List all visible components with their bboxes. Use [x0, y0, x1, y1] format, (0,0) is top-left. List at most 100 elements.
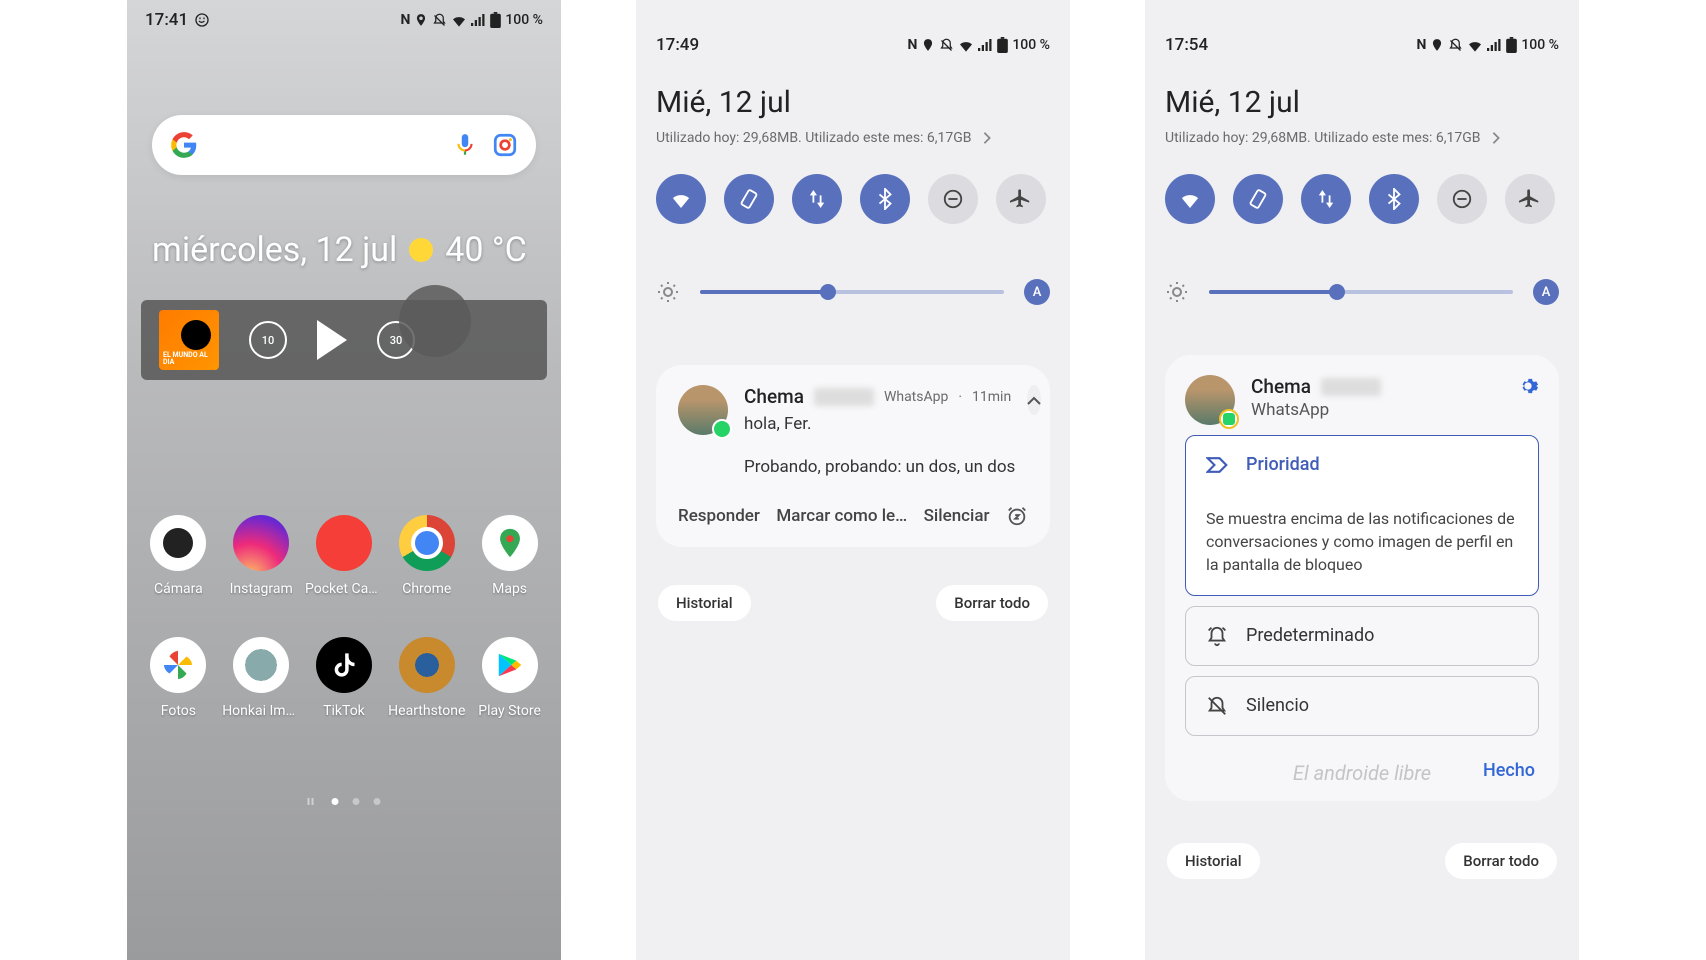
- brightness-track[interactable]: [1209, 290, 1513, 294]
- wifi-icon: [1467, 38, 1483, 52]
- brightness-icon: [1165, 280, 1189, 304]
- notification-card[interactable]: Chema WhatsApp · 11min hola, Fer. Proban…: [656, 365, 1050, 547]
- clear-all-button[interactable]: Borrar todo: [1445, 843, 1557, 879]
- signal-icon: [978, 38, 993, 52]
- whatsapp-badge-icon: [712, 419, 732, 439]
- media-artwork: EL MUNDO AL DIA: [159, 310, 219, 370]
- battery-icon: [490, 12, 501, 28]
- app-row-2: Fotos Honkai Imp… TikTok Hearthstone Pla…: [137, 637, 551, 719]
- qs-data[interactable]: [792, 174, 842, 224]
- rewind-button[interactable]: 10: [249, 321, 287, 359]
- history-button[interactable]: Historial: [658, 585, 751, 621]
- silence-option[interactable]: Silencio: [1185, 676, 1539, 736]
- chevron-right-icon: [1491, 131, 1501, 145]
- qs-data[interactable]: [1301, 174, 1351, 224]
- notification-settings-shade: 17:54 N 100 % Mié, 12 jul Utilizado hoy:…: [1145, 0, 1579, 960]
- priority-icon: [1206, 456, 1228, 474]
- wifi-icon: [958, 38, 974, 52]
- notif-time: 11min: [972, 389, 1011, 405]
- sender-name: Chema: [1251, 375, 1311, 398]
- qs-rotation[interactable]: [1233, 174, 1283, 224]
- battery-icon: [997, 37, 1008, 53]
- voice-search-icon[interactable]: [452, 132, 478, 158]
- notification-settings-card: Chema WhatsApp Prioridad Se muestra enci…: [1165, 355, 1559, 801]
- priority-description: Se muestra encima de las notificaciones …: [1206, 507, 1518, 577]
- qs-dnd[interactable]: [1437, 174, 1487, 224]
- shade-footer: Historial Borrar todo: [1165, 843, 1559, 879]
- qs-dnd[interactable]: [928, 174, 978, 224]
- location-icon: [921, 38, 935, 52]
- location-icon: [1430, 38, 1444, 52]
- bell-off-icon: [1206, 695, 1228, 717]
- temperature-text: 40 °C: [445, 230, 526, 270]
- collapse-button[interactable]: [1027, 385, 1041, 415]
- qs-rotation[interactable]: [724, 174, 774, 224]
- app-tiktok[interactable]: TikTok: [304, 637, 384, 719]
- media-player-widget[interactable]: EL MUNDO AL DIA 10 30: [141, 300, 547, 380]
- shade-date: Mié, 12 jul: [1165, 85, 1559, 120]
- data-usage[interactable]: Utilizado hoy: 29,68MB. Utilizado este m…: [1165, 130, 1559, 146]
- play-button[interactable]: [317, 320, 347, 360]
- quick-settings: [656, 174, 1050, 224]
- app-maps[interactable]: Maps: [470, 515, 550, 597]
- maps-icon: [482, 515, 538, 571]
- hearthstone-icon: [399, 637, 455, 693]
- auto-brightness-button[interactable]: A: [1024, 279, 1050, 305]
- app-hearthstone[interactable]: Hearthstone: [387, 637, 467, 719]
- status-bar: 17:49 N 100 %: [656, 0, 1050, 55]
- google-logo-icon: [170, 131, 198, 159]
- app-playstore[interactable]: Play Store: [470, 637, 550, 719]
- page-indicator: [308, 798, 381, 805]
- brightness-slider[interactable]: A: [1165, 279, 1559, 305]
- reply-button[interactable]: Responder: [678, 506, 760, 526]
- wifi-icon: [451, 13, 467, 27]
- photos-icon: [150, 637, 206, 693]
- signal-icon: [471, 13, 486, 27]
- clear-all-button[interactable]: Borrar todo: [936, 585, 1048, 621]
- brightness-track[interactable]: [700, 290, 1004, 294]
- mark-read-button[interactable]: Marcar como le…: [776, 506, 907, 526]
- qs-airplane[interactable]: [996, 174, 1046, 224]
- qs-bluetooth[interactable]: [860, 174, 910, 224]
- brightness-icon: [656, 280, 680, 304]
- data-usage[interactable]: Utilizado hoy: 29,68MB. Utilizado este m…: [656, 130, 1050, 146]
- status-time: 17:54: [1165, 35, 1208, 55]
- default-option[interactable]: Predeterminado: [1185, 606, 1539, 666]
- sender-avatar: [1185, 375, 1235, 425]
- silent-icon: [939, 38, 954, 53]
- assistive-dot[interactable]: [399, 285, 471, 357]
- app-honkai[interactable]: Honkai Imp…: [221, 637, 301, 719]
- snooze-icon[interactable]: [1006, 505, 1028, 527]
- app-chrome[interactable]: Chrome: [387, 515, 467, 597]
- bell-ring-icon: [1206, 625, 1228, 647]
- notification-shade: 17:49 N 100 % Mié, 12 jul Utilizado hoy:…: [636, 0, 1070, 960]
- silent-icon: [432, 13, 447, 28]
- settings-gear-icon[interactable]: [1517, 375, 1539, 397]
- qs-bluetooth[interactable]: [1369, 174, 1419, 224]
- history-button[interactable]: Historial: [1167, 843, 1260, 879]
- mute-button[interactable]: Silenciar: [924, 506, 990, 526]
- whatsapp-status-icon: [194, 12, 210, 28]
- sun-icon: [409, 238, 433, 262]
- pocketcasts-icon: [316, 515, 372, 571]
- app-photos[interactable]: Fotos: [138, 637, 218, 719]
- app-pocketcasts[interactable]: Pocket Casts: [304, 515, 384, 597]
- status-bar: 17:54 N 100 %: [1165, 0, 1559, 55]
- home-screen: 17:41 N 100 % miércoles, 12 jul: [127, 0, 561, 960]
- app-camera[interactable]: Cámara: [138, 515, 218, 597]
- watermark: El androide libre: [1293, 761, 1431, 785]
- qs-wifi[interactable]: [656, 174, 706, 224]
- qs-airplane[interactable]: [1505, 174, 1555, 224]
- chrome-icon: [399, 515, 455, 571]
- sender-name: Chema: [744, 385, 804, 408]
- app-instagram[interactable]: Instagram: [221, 515, 301, 597]
- priority-option[interactable]: Prioridad Se muestra encima de las notif…: [1185, 435, 1539, 596]
- quick-settings: [1165, 174, 1559, 224]
- lens-icon[interactable]: [492, 132, 518, 158]
- brightness-slider[interactable]: A: [656, 279, 1050, 305]
- camera-icon: [150, 515, 206, 571]
- qs-wifi[interactable]: [1165, 174, 1215, 224]
- google-search-bar[interactable]: [152, 115, 536, 175]
- date-weather-widget[interactable]: miércoles, 12 jul 40 °C: [152, 230, 536, 270]
- auto-brightness-button[interactable]: A: [1533, 279, 1559, 305]
